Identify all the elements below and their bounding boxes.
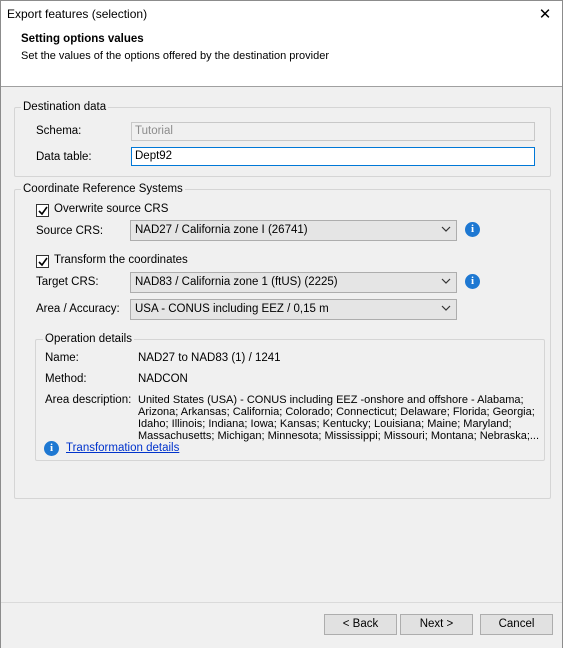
area-accuracy-dropdown[interactable]: USA - CONUS including EEZ / 0,15 m <box>130 299 457 320</box>
source-crs-label: Source CRS: <box>36 225 104 237</box>
cancel-button[interactable]: Cancel <box>480 614 553 635</box>
check-icon <box>38 206 48 216</box>
chevron-down-icon <box>441 226 451 232</box>
target-crs-label: Target CRS: <box>36 276 99 288</box>
source-crs-dropdown[interactable]: NAD27 / California zone I (26741) <box>130 220 457 241</box>
chevron-down-icon <box>441 278 451 284</box>
overwrite-crs-label[interactable]: Overwrite source CRS <box>54 203 168 215</box>
source-crs-info-icon[interactable]: i <box>465 222 480 237</box>
crs-legend: Coordinate Reference Systems <box>21 183 185 195</box>
transformation-info-icon: i <box>44 441 59 456</box>
data-table-label: Data table: <box>36 151 92 163</box>
dialog-window: Export features (selection) ✕ Setting op… <box>0 0 563 648</box>
schema-label: Schema: <box>36 125 82 137</box>
next-button[interactable]: Next > <box>400 614 473 635</box>
back-button[interactable]: < Back <box>324 614 397 635</box>
close-icon[interactable]: ✕ <box>528 1 562 28</box>
operation-method-label: Method: <box>45 373 87 385</box>
title-bar: Export features (selection) ✕ <box>1 1 562 28</box>
transform-coordinates-label[interactable]: Transform the coordinates <box>54 254 188 266</box>
overwrite-crs-checkbox[interactable] <box>36 204 49 217</box>
area-description-label: Area description: <box>45 394 132 406</box>
page-subtitle: Set the values of the options offered by… <box>21 50 329 62</box>
target-crs-info-icon[interactable]: i <box>465 274 480 289</box>
operation-name-value: NAD27 to NAD83 (1) / 1241 <box>138 352 281 364</box>
operation-name-label: Name: <box>45 352 79 364</box>
operation-details-legend: Operation details <box>43 333 134 345</box>
target-crs-value: NAD83 / California zone 1 (ftUS) (2225) <box>135 276 338 288</box>
area-description-value: United States (USA) - CONUS including EE… <box>138 394 540 442</box>
data-table-field[interactable]: Dept92 <box>131 147 535 166</box>
wizard-header: Setting options values Set the values of… <box>1 28 562 87</box>
schema-field: Tutorial <box>131 122 535 141</box>
check-icon <box>38 257 48 267</box>
wizard-footer: < Back Next > Cancel <box>1 602 562 648</box>
page-title: Setting options values <box>21 33 144 45</box>
window-title: Export features (selection) <box>7 7 148 21</box>
source-crs-value: NAD27 / California zone I (26741) <box>135 224 308 236</box>
chevron-down-icon <box>441 305 451 311</box>
area-accuracy-value: USA - CONUS including EEZ / 0,15 m <box>135 303 329 315</box>
destination-data-legend: Destination data <box>21 101 109 113</box>
transform-coordinates-checkbox[interactable] <box>36 255 49 268</box>
area-accuracy-label: Area / Accuracy: <box>36 303 120 315</box>
transformation-details-link[interactable]: Transformation details <box>66 442 179 454</box>
operation-method-value: NADCON <box>138 373 188 385</box>
destination-data-group <box>14 107 551 177</box>
target-crs-dropdown[interactable]: NAD83 / California zone 1 (ftUS) (2225) <box>130 272 457 293</box>
